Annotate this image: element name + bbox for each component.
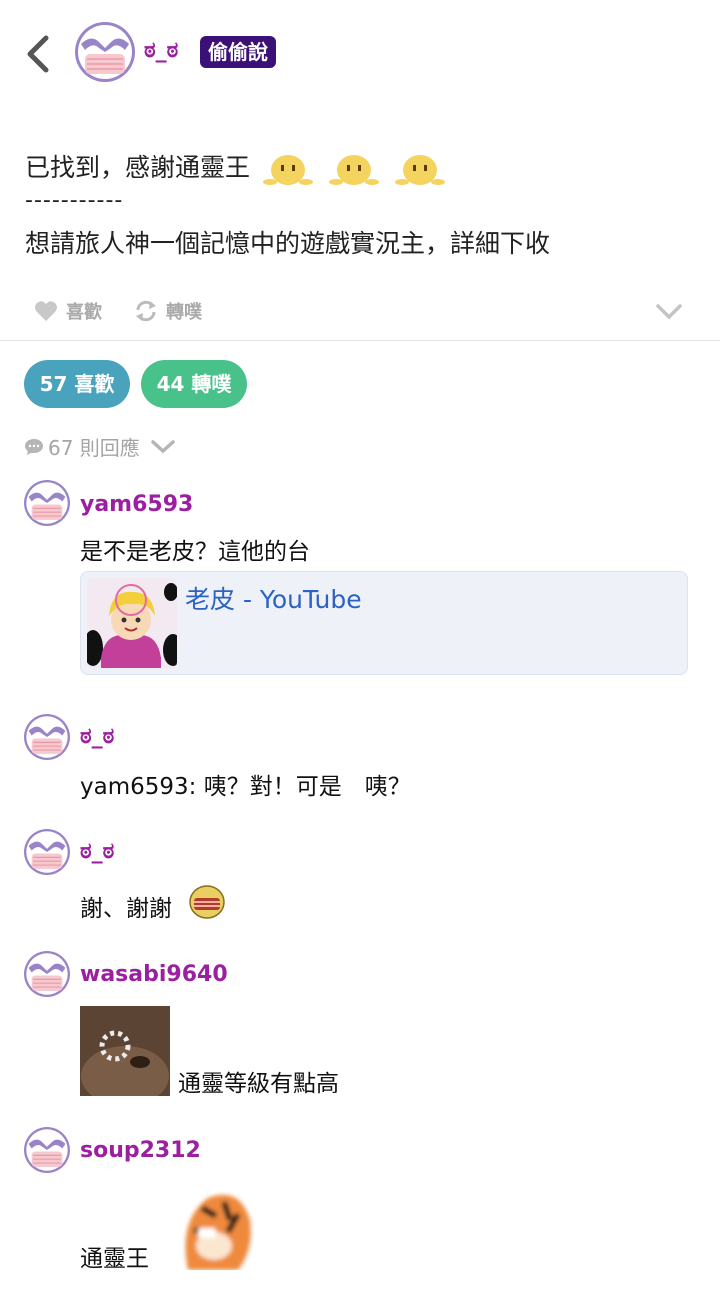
- post-line-2: 想請旅人神一個記憶中的遊戲實況主，詳細下收: [25, 229, 551, 258]
- author-avatar[interactable]: [75, 22, 135, 82]
- commenter-name[interactable]: yam6593: [80, 492, 193, 517]
- like-button[interactable]: 喜歡: [34, 298, 102, 324]
- comment-text: 謝、謝謝: [80, 896, 172, 922]
- anonymous-badge: 偷偷說: [200, 36, 276, 68]
- commenter-name[interactable]: ಠ_ಠ: [80, 839, 114, 864]
- smile-emoticon-icon: [392, 148, 448, 188]
- post-header: ಠ_ಠ 偷偷說: [0, 0, 720, 110]
- speech-bubble-icon: [25, 438, 43, 455]
- smile-emoticon-icon: [260, 148, 316, 188]
- commenter-name[interactable]: wasabi9640: [80, 962, 228, 987]
- responses-toggle[interactable]: 67 則回應: [24, 432, 180, 461]
- commenter-avatar[interactable]: [24, 480, 70, 526]
- post-line-1: 已找到，感謝通靈王: [25, 153, 251, 182]
- commenter-avatar[interactable]: [24, 714, 70, 760]
- author-name[interactable]: ಠ_ಠ: [144, 38, 178, 63]
- responses-count: 67 則回應: [48, 436, 140, 460]
- crying-emoticon-icon: [189, 885, 225, 919]
- link-preview-card[interactable]: 老皮 - YouTube: [80, 571, 688, 675]
- heart-icon: [35, 301, 57, 321]
- smile-emoticon-icon: [326, 148, 382, 188]
- commenter-name[interactable]: ಠ_ಠ: [80, 724, 114, 749]
- link-thumbnail: [87, 578, 177, 668]
- like-label: 喜歡: [66, 302, 102, 323]
- divider: [0, 340, 720, 341]
- commenter-avatar[interactable]: [24, 829, 70, 875]
- comment-text: 通靈王: [80, 1246, 149, 1272]
- replurk-button[interactable]: 轉噗: [134, 298, 202, 324]
- replurks-count-pill[interactable]: 44 轉噗: [141, 360, 247, 408]
- loading-cat-image[interactable]: [80, 1006, 170, 1096]
- post-separator: -----------: [25, 188, 124, 213]
- likes-count-pill[interactable]: 57 喜歡: [24, 360, 130, 408]
- back-arrow-icon[interactable]: [22, 34, 56, 74]
- comment-text: 是不是老皮？這他的台: [80, 539, 310, 565]
- commenter-avatar[interactable]: [24, 1127, 70, 1173]
- link-title[interactable]: 老皮 - YouTube: [185, 580, 362, 616]
- post-actions: 喜歡 轉噗: [34, 298, 234, 324]
- chevron-down-icon: [151, 439, 175, 453]
- chevron-down-icon[interactable]: [655, 303, 683, 321]
- commenter-avatar[interactable]: [24, 951, 70, 997]
- tiger-sticker-image[interactable]: [168, 1180, 258, 1270]
- post-content: 已找到，感謝通靈王 ----------- 想請旅人神一個記憶中的遊戲實況主，詳…: [25, 148, 695, 262]
- comment-text: 通靈等級有點高: [178, 1071, 339, 1097]
- comment-text: yam6593: 咦？對！可是 咦？: [80, 774, 411, 800]
- replurk-label: 轉噗: [166, 302, 202, 323]
- commenter-name[interactable]: soup2312: [80, 1138, 201, 1163]
- replurk-icon: [136, 300, 156, 322]
